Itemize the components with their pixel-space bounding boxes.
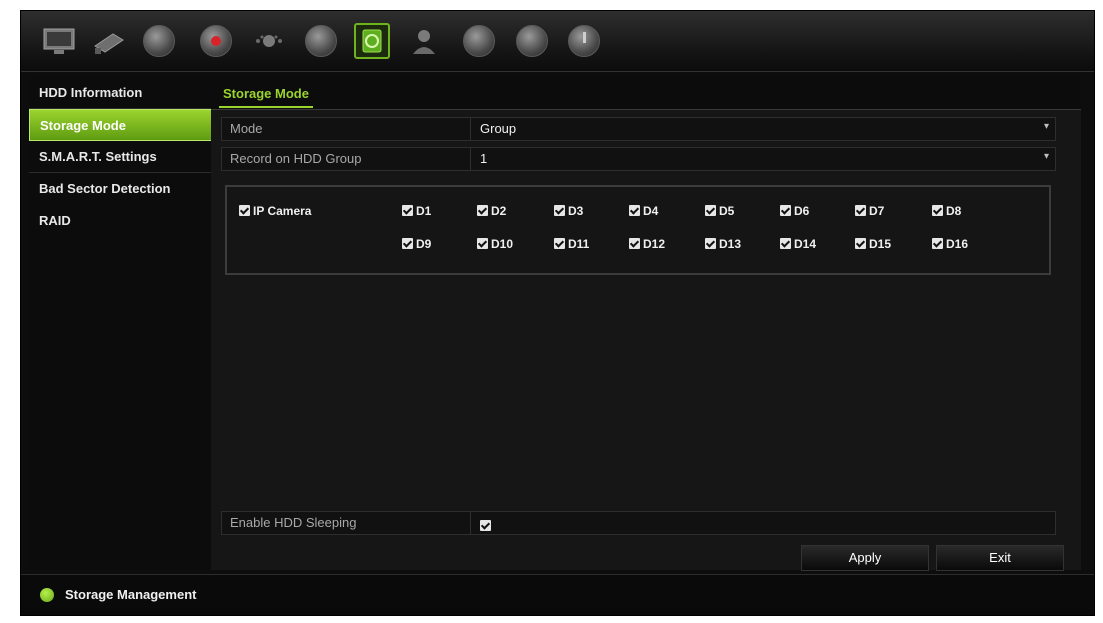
monitor-icon[interactable] bbox=[41, 23, 77, 59]
channel-label: D1 bbox=[416, 204, 432, 218]
checkbox-checked-icon[interactable] bbox=[780, 205, 791, 216]
main-panel: Storage Mode Mode Group ▾ Record on HDD … bbox=[211, 77, 1081, 571]
row-divider bbox=[470, 118, 471, 140]
channel-label: D12 bbox=[643, 237, 666, 251]
checkbox-checked-icon[interactable] bbox=[780, 238, 791, 249]
row-divider bbox=[470, 512, 471, 534]
channel-checkbox-d13[interactable]: D13 bbox=[705, 237, 741, 251]
checkbox-checked-icon[interactable] bbox=[932, 205, 943, 216]
record-icon[interactable] bbox=[198, 23, 234, 59]
channel-checkbox-d8[interactable]: D8 bbox=[932, 204, 961, 218]
channel-checkbox-d9[interactable]: D9 bbox=[402, 237, 431, 251]
checkbox-checked-icon[interactable] bbox=[554, 238, 565, 249]
network-icon[interactable] bbox=[141, 23, 177, 59]
enable-hdd-sleeping-checkbox[interactable] bbox=[480, 517, 494, 535]
checkbox-checked-icon[interactable] bbox=[480, 520, 491, 531]
channel-label: D7 bbox=[869, 204, 885, 218]
checkbox-checked-icon[interactable] bbox=[932, 238, 943, 249]
chevron-down-icon[interactable]: ▾ bbox=[1044, 121, 1049, 132]
checkbox-checked-icon[interactable] bbox=[402, 205, 413, 216]
channel-label: D13 bbox=[719, 237, 742, 251]
status-text: Storage Management bbox=[65, 587, 197, 602]
sidebar-item-raid[interactable]: RAID bbox=[29, 205, 221, 237]
sidebar-item-bad-sector-detection[interactable]: Bad Sector Detection bbox=[29, 173, 221, 205]
channel-checkbox-d10[interactable]: D10 bbox=[477, 237, 513, 251]
checkbox-checked-icon[interactable] bbox=[239, 205, 250, 216]
mode-select[interactable]: Group bbox=[480, 121, 516, 136]
channel-checkbox-d4[interactable]: D4 bbox=[629, 204, 658, 218]
channel-label: D9 bbox=[416, 237, 432, 251]
dvr-window: HDD Information Storage Mode S.M.A.R.T. … bbox=[20, 10, 1095, 616]
checkbox-checked-icon[interactable] bbox=[477, 238, 488, 249]
record-hdd-group-select[interactable]: 1 bbox=[480, 151, 487, 166]
checkbox-checked-icon[interactable] bbox=[629, 238, 640, 249]
checkbox-checked-icon[interactable] bbox=[855, 238, 866, 249]
checkbox-checked-icon[interactable] bbox=[855, 205, 866, 216]
channel-label: D5 bbox=[719, 204, 735, 218]
channel-checkbox-d2[interactable]: D2 bbox=[477, 204, 506, 218]
tab-storage-mode[interactable]: Storage Mode bbox=[219, 81, 313, 108]
channel-checkbox-d16[interactable]: D16 bbox=[932, 237, 968, 251]
checkbox-checked-icon[interactable] bbox=[705, 238, 716, 249]
channel-label: D15 bbox=[869, 237, 892, 251]
ip-camera-checkbox[interactable]: IP Camera bbox=[239, 204, 311, 218]
row-divider bbox=[470, 148, 471, 170]
status-bar: Storage Management bbox=[21, 574, 1094, 615]
channel-label: D14 bbox=[794, 237, 817, 251]
apply-button[interactable]: Apply bbox=[801, 545, 929, 571]
enable-hdd-sleeping-label: Enable HDD Sleeping bbox=[230, 515, 357, 530]
channel-label: D8 bbox=[946, 204, 962, 218]
status-indicator-icon bbox=[40, 588, 54, 602]
record-hdd-group-label: Record on HDD Group bbox=[230, 151, 362, 166]
channel-label: D2 bbox=[491, 204, 507, 218]
channel-checkbox-d3[interactable]: D3 bbox=[554, 204, 583, 218]
channel-label: D16 bbox=[946, 237, 969, 251]
main-toolbar bbox=[21, 11, 1094, 72]
channel-checkbox-d7[interactable]: D7 bbox=[855, 204, 884, 218]
mode-row[interactable]: Mode Group ▾ bbox=[221, 117, 1056, 141]
storage-icon[interactable] bbox=[354, 23, 390, 59]
alarm-icon[interactable] bbox=[251, 23, 287, 59]
record-hdd-group-row[interactable]: Record on HDD Group 1 ▾ bbox=[221, 147, 1056, 171]
channel-checkbox-d15[interactable]: D15 bbox=[855, 237, 891, 251]
channel-label: D6 bbox=[794, 204, 810, 218]
checkbox-checked-icon[interactable] bbox=[402, 238, 413, 249]
channel-label: D3 bbox=[568, 204, 584, 218]
sidebar-item-storage-mode[interactable]: Storage Mode bbox=[29, 109, 221, 141]
mode-label: Mode bbox=[230, 121, 263, 136]
sidebar-item-smart-settings[interactable]: S.M.A.R.T. Settings bbox=[29, 141, 221, 173]
system-icon[interactable] bbox=[461, 23, 497, 59]
ip-camera-box: IP Camera D1 D2 D3 D4 D5 D6 D7 D8 D9 D10 D11 D12 D13… bbox=[225, 185, 1051, 275]
sidebar: HDD Information Storage Mode S.M.A.R.T. … bbox=[29, 77, 221, 570]
sidebar-item-hdd-information[interactable]: HDD Information bbox=[29, 77, 221, 109]
device-icon[interactable] bbox=[303, 23, 339, 59]
channel-checkbox-d6[interactable]: D6 bbox=[780, 204, 809, 218]
channel-checkbox-d14[interactable]: D14 bbox=[780, 237, 816, 251]
power-icon[interactable] bbox=[566, 23, 602, 59]
user-icon[interactable] bbox=[406, 23, 442, 59]
checkbox-checked-icon[interactable] bbox=[477, 205, 488, 216]
exit-button[interactable]: Exit bbox=[936, 545, 1064, 571]
checkbox-checked-icon[interactable] bbox=[629, 205, 640, 216]
channel-label: D10 bbox=[491, 237, 514, 251]
channel-checkbox-d5[interactable]: D5 bbox=[705, 204, 734, 218]
channel-checkbox-d1[interactable]: D1 bbox=[402, 204, 431, 218]
channel-label: D4 bbox=[643, 204, 659, 218]
camera-icon[interactable] bbox=[91, 23, 127, 59]
tab-bar: Storage Mode bbox=[211, 77, 1081, 110]
chevron-down-icon[interactable]: ▾ bbox=[1044, 151, 1049, 162]
channel-label: D11 bbox=[568, 237, 590, 251]
maintenance-icon[interactable] bbox=[514, 23, 550, 59]
ip-camera-label: IP Camera bbox=[253, 204, 312, 218]
channel-checkbox-d12[interactable]: D12 bbox=[629, 237, 665, 251]
channel-checkbox-d11[interactable]: D11 bbox=[554, 237, 589, 251]
checkbox-checked-icon[interactable] bbox=[705, 205, 716, 216]
checkbox-checked-icon[interactable] bbox=[554, 205, 565, 216]
enable-hdd-sleeping-row: Enable HDD Sleeping bbox=[221, 511, 1056, 535]
